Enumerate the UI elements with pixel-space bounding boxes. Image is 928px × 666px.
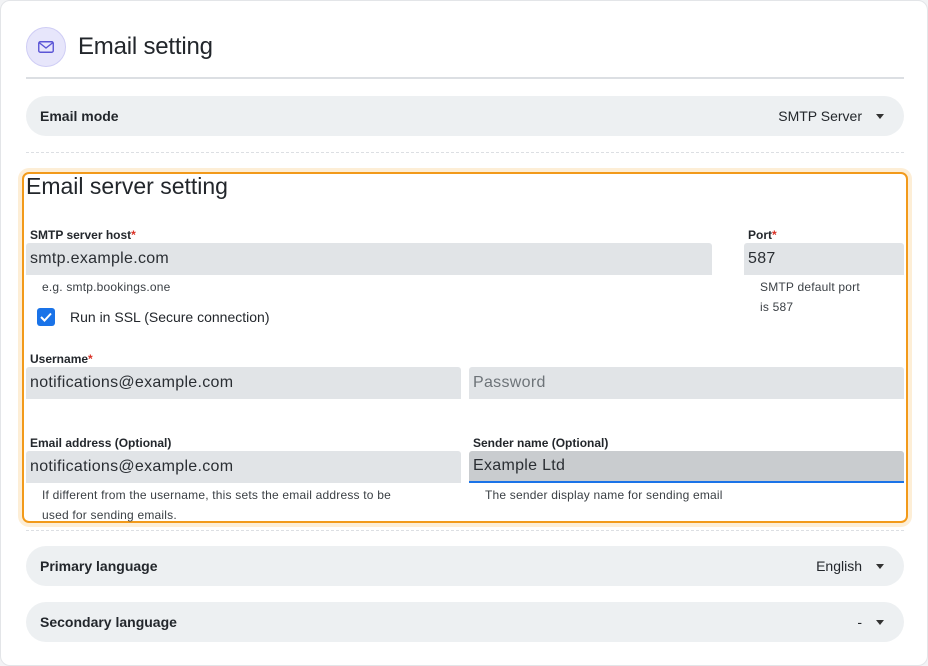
smtp-host-label: SMTP server host* (30, 228, 136, 242)
sender-name-input[interactable] (469, 451, 904, 483)
smtp-host-helper: e.g. smtp.bookings.one (42, 280, 171, 294)
divider (26, 152, 904, 153)
sender-name-helper: The sender display name for sending emai… (485, 488, 723, 502)
email-mode-value: SMTP Server (778, 108, 862, 124)
port-input[interactable] (744, 243, 904, 275)
secondary-language-label: Secondary language (40, 614, 177, 630)
primary-language-value: English (816, 558, 862, 574)
page-title: Email setting (78, 33, 213, 60)
section-title: Email server setting (26, 173, 228, 199)
username-label: Username* (30, 352, 93, 366)
port-helper-line1: SMTP default port (760, 280, 860, 294)
chevron-down-icon (876, 620, 884, 625)
primary-language-label: Primary language (40, 558, 158, 574)
sender-name-label: Sender name (Optional) (473, 436, 609, 450)
mail-icon (26, 27, 66, 67)
port-label: Port* (748, 228, 777, 242)
chevron-down-icon (876, 114, 884, 119)
port-helper-line2: is 587 (760, 300, 794, 314)
divider (26, 530, 904, 531)
ssl-checkbox[interactable] (37, 308, 55, 326)
smtp-host-input[interactable] (26, 243, 712, 275)
ssl-checkbox-label[interactable]: Run in SSL (Secure connection) (70, 309, 269, 325)
page-header: Email setting (26, 27, 904, 79)
secondary-language-select[interactable]: Secondary language - (26, 602, 904, 642)
email-address-helper-line1: If different from the username, this set… (42, 488, 391, 502)
email-address-helper-line2: used for sending emails. (42, 508, 177, 522)
email-address-label: Email address (Optional) (30, 436, 172, 450)
password-input[interactable] (469, 367, 904, 399)
chevron-down-icon (876, 564, 884, 569)
secondary-language-value: - (857, 614, 862, 630)
check-icon (40, 312, 52, 322)
username-input[interactable] (26, 367, 461, 399)
primary-language-select[interactable]: Primary language English (26, 546, 904, 586)
email-mode-select[interactable]: Email mode SMTP Server (26, 96, 904, 136)
email-settings-card: Email setting Email mode SMTP Server Ema… (0, 0, 928, 666)
email-mode-label: Email mode (40, 108, 119, 124)
email-address-input[interactable] (26, 451, 461, 483)
